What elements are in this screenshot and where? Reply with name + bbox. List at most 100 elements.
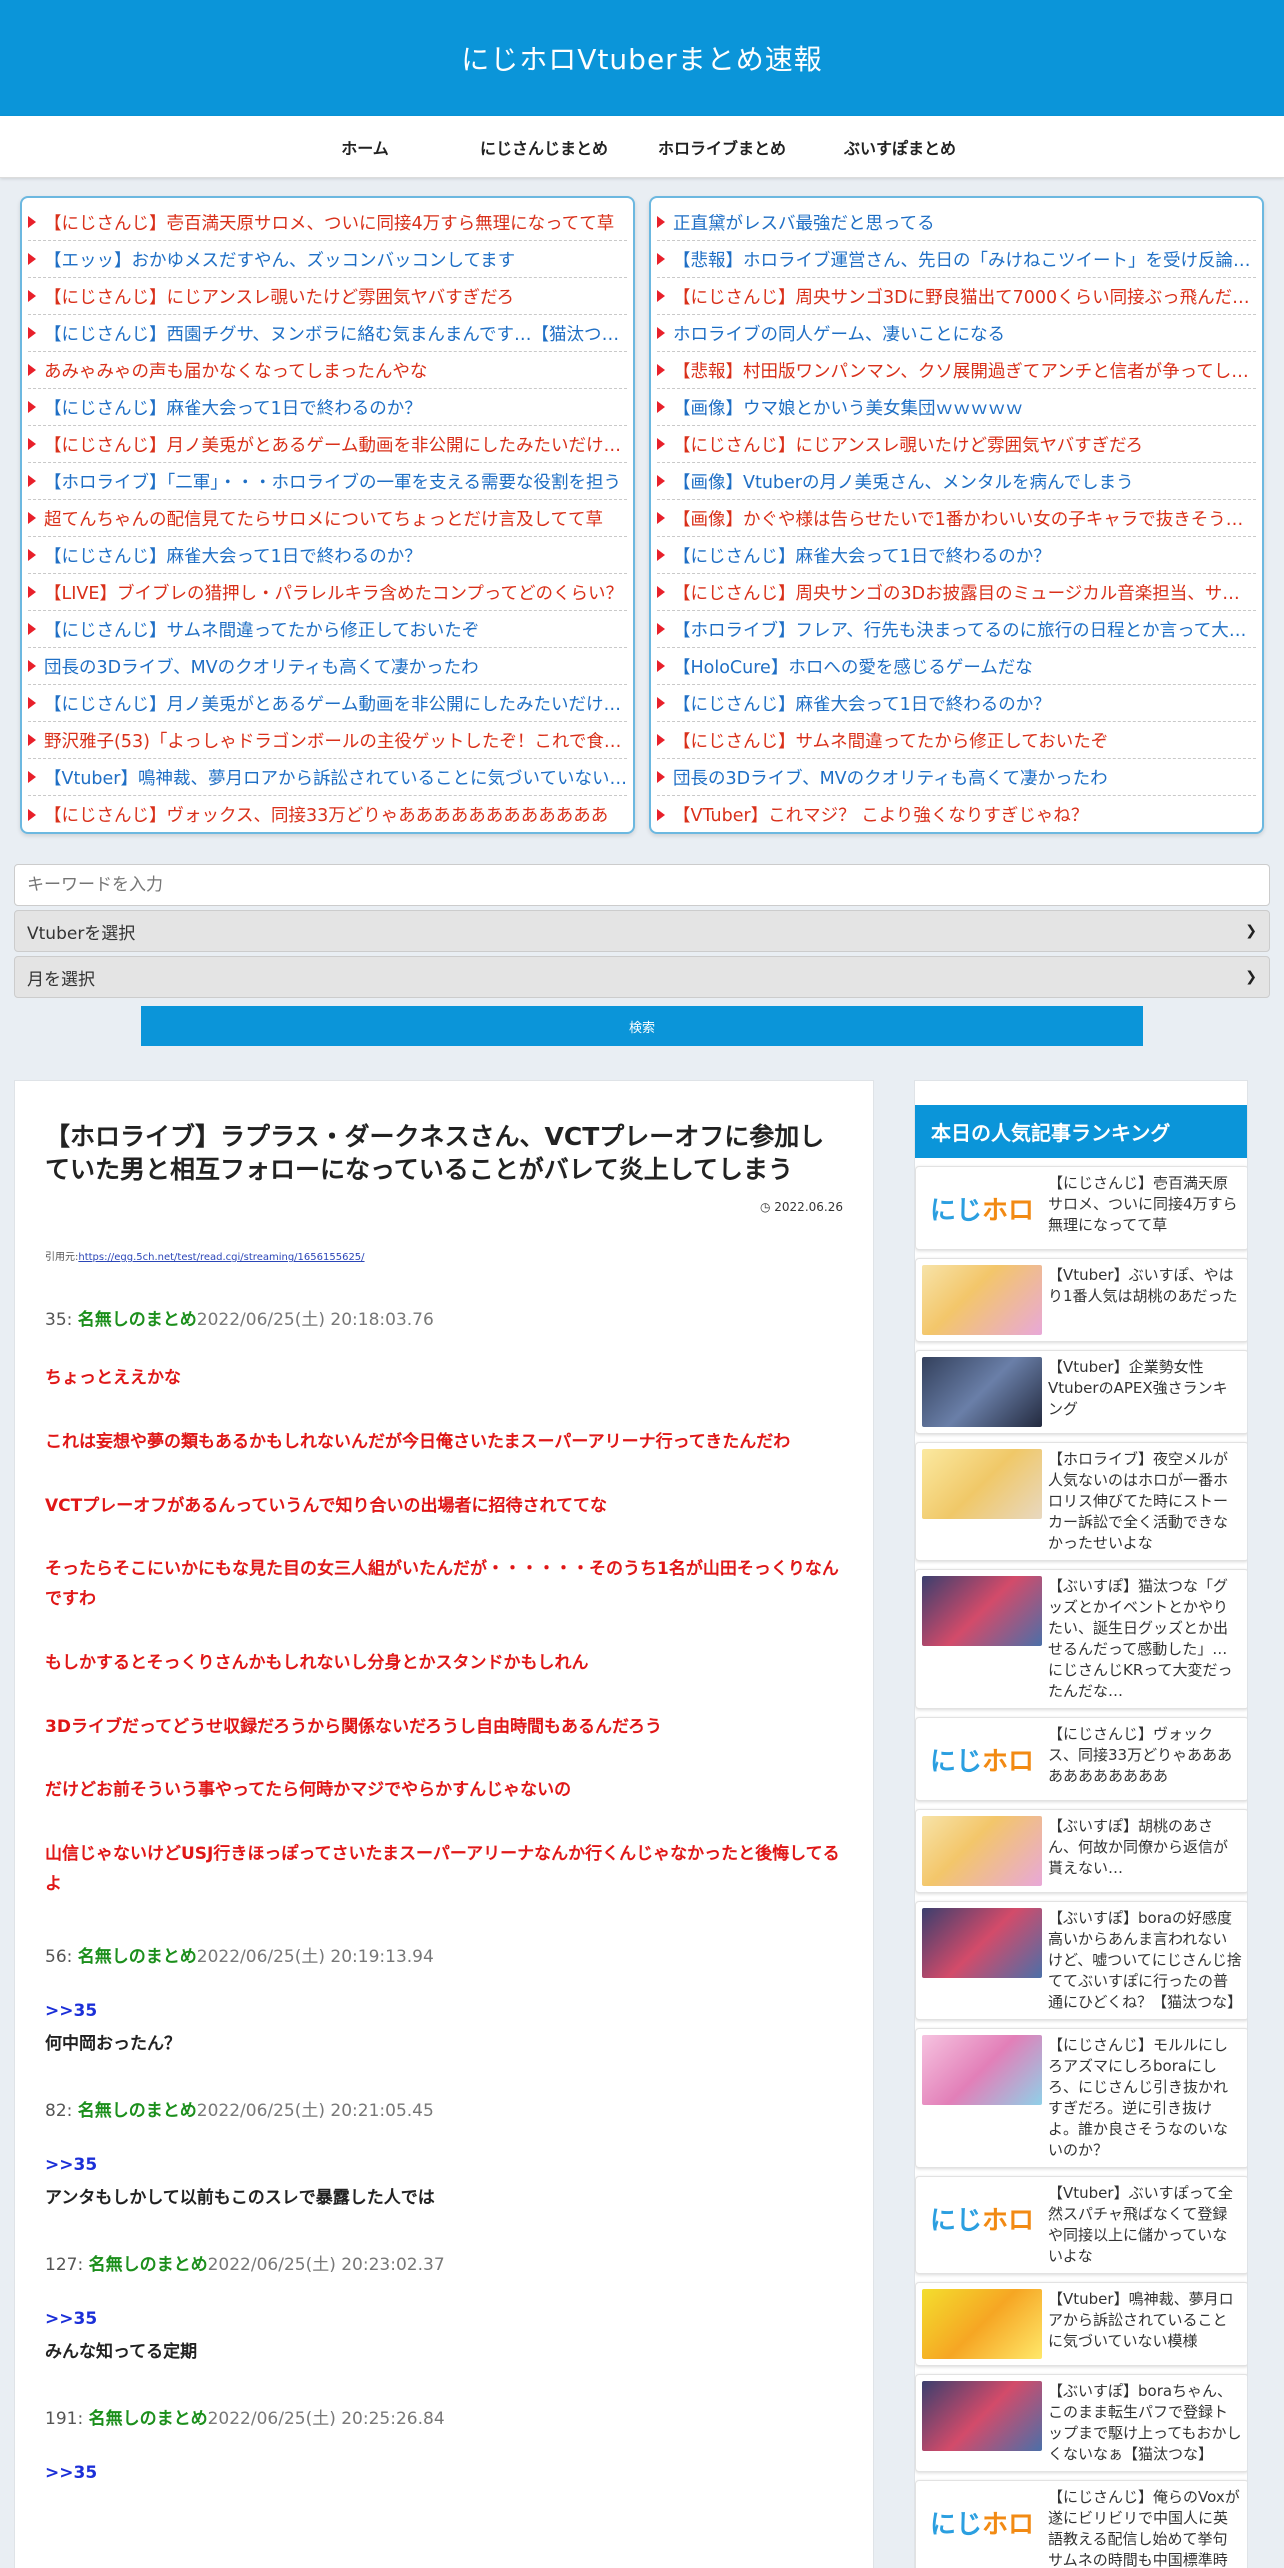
antenna-link[interactable]: 【ホロライブ】フレア、行先も決まってるのに旅行の日程とか言って大丈夫なの？	[673, 617, 1256, 642]
search-button[interactable]: 検索	[141, 1006, 1143, 1046]
antenna-link[interactable]: 団長の3Dライブ、MVのクオリティも高くて凄かったわ	[44, 654, 479, 679]
antenna-link[interactable]: 【ホロライブ】「二軍」・・・ホロライブの一軍を支える需要な役割を担う	[44, 469, 621, 494]
antenna-link[interactable]: 【にじさんじ】麻雀大会って1日で終わるのか？	[44, 543, 422, 568]
antenna-link[interactable]: 【VTuber】これマジ？ こより強くなりすぎじゃね？	[673, 802, 1088, 827]
ranking-title-text[interactable]: 【Vtuber】ぶいすぽって全然スパチャ飛ばなくて登録や同接以上に儲かっていない…	[1042, 2183, 1242, 2267]
antenna-link[interactable]: 【悲報】ホロライブ運営さん、先日の「みけねこツイート」を受け反論してしまう	[673, 247, 1256, 272]
antenna-link[interactable]: 【画像】かぐや様は告らせたいで1番かわいい女の子キャラで抜きそうになる	[673, 506, 1256, 531]
antenna-item[interactable]: 【画像】Vtuberの月ノ美兎さん、メンタルを病んでしまう	[657, 463, 1256, 500]
ranking-thumbnail[interactable]	[922, 1357, 1042, 1427]
antenna-item[interactable]: 【画像】ウマ娘とかいう美女集団ｗｗｗｗｗ	[657, 389, 1256, 426]
reply-anchor-link[interactable]: >>35	[45, 2309, 843, 2329]
antenna-link[interactable]: 正直黛がレスバ最強だと思ってる	[673, 210, 935, 235]
ranking-item[interactable]: にじ ホロ 【にじさんじ】壱百満天原サロメ、ついに同接4万すら無理になってて草	[915, 1166, 1247, 1250]
ranking-title-text[interactable]: 【Vtuber】企業勢女性VtuberのAPEX強さランキング	[1042, 1357, 1242, 1427]
nav-home[interactable]: ホーム	[295, 135, 435, 159]
antenna-item[interactable]: 【画像】かぐや様は告らせたいで1番かわいい女の子キャラで抜きそうになる	[657, 500, 1256, 537]
ranking-title-text[interactable]: 【Vtuber】ぶいすぽ、やはり1番人気は胡桃のあだった	[1042, 1265, 1242, 1335]
antenna-link[interactable]: 【エッッ】おかゆメスだすやん、ズッコンバッコンしてます	[44, 247, 515, 272]
reply-anchor-link[interactable]: >>35	[45, 2155, 843, 2175]
antenna-item[interactable]: 【VTuber】これマジ？ こより強くなりすぎじゃね？	[657, 796, 1256, 832]
antenna-item[interactable]: 【ホロライブ】フレア、行先も決まってるのに旅行の日程とか言って大丈夫なの？	[657, 611, 1256, 648]
nav-nijisanji[interactable]: にじさんじまとめ	[455, 135, 633, 159]
antenna-link[interactable]: 【Vtuber】鳴神裁、夢月ロアから訴訟されていることに気づいていない模様	[44, 765, 627, 790]
antenna-link[interactable]: 【にじさんじ】にじアンスレ覗いたけど雰囲気ヤバすぎだろ	[44, 284, 514, 309]
antenna-link[interactable]: 【にじさんじ】麻雀大会って1日で終わるのか？	[44, 395, 422, 420]
antenna-link[interactable]: 【にじさんじ】サムネ間違ってたから修正しておいたぞ	[673, 728, 1108, 753]
ranking-title-text[interactable]: 【ホロライブ】夜空メルが人気ないのはホロが一番ホロリス伸びてた時にストーカー訴訟…	[1042, 1449, 1242, 1554]
ranking-item[interactable]: 【にじさんじ】モルルにしろアズマにしろboraにしろ、にじさんじ引き抜かれすぎだ…	[915, 2028, 1247, 2168]
antenna-item[interactable]: 【にじさんじ】サムネ間違ってたから修正しておいたぞ	[28, 611, 627, 648]
ranking-title-text[interactable]: 【にじさんじ】壱百満天原サロメ、ついに同接4万すら無理になってて草	[1042, 1173, 1242, 1243]
ranking-item[interactable]: 【ぶいすぽ】boraちゃん、このまま転生パフで登録トップまで駆け上ってもおかしく…	[915, 2374, 1247, 2472]
antenna-item[interactable]: 【Vtuber】鳴神裁、夢月ロアから訴訟されていることに気づいていない模様	[28, 759, 627, 796]
antenna-link[interactable]: 【にじさんじ】周央サンゴの3Dお披露目のミュージカル音楽担当、サンホラの人だった	[673, 580, 1256, 605]
antenna-link[interactable]: 【悲報】村田版ワンパンマン、クソ展開過ぎてアンチと信者が争ってしまう	[673, 358, 1256, 383]
ranking-title-text[interactable]: 【にじさんじ】モルルにしろアズマにしろboraにしろ、にじさんじ引き抜かれすぎだ…	[1042, 2035, 1242, 2161]
ranking-title-text[interactable]: 【ぶいすぽ】boraの好感度高いからあんま言われないけど、嘘ついてにじさんじ捨て…	[1042, 1908, 1242, 2013]
antenna-link[interactable]: 超てんちゃんの配信見てたらサロメについてちょっとだけ言及してて草	[44, 506, 603, 531]
ranking-title-text[interactable]: 【にじさんじ】俺らのVoxが遂にビリビリで中国人に英語教える配信し始めて挙句サム…	[1042, 2487, 1242, 2568]
site-title[interactable]: にじホロVtuberまとめ速報	[461, 38, 822, 78]
ranking-thumbnail[interactable]	[922, 1576, 1042, 1646]
antenna-item[interactable]: 【にじさんじ】周央サンゴの3Dお披露目のミュージカル音楽担当、サンホラの人だった	[657, 574, 1256, 611]
ranking-thumbnail[interactable]	[922, 1816, 1042, 1886]
antenna-link[interactable]: 【にじさんじ】周央サンゴ3Dに野良猫出て7000くらい同接ぶっ飛んだらしい	[673, 284, 1256, 309]
antenna-item[interactable]: 【にじさんじ】麻雀大会って1日で終わるのか？	[657, 537, 1256, 574]
antenna-link[interactable]: 【にじさんじ】サムネ間違ってたから修正しておいたぞ	[44, 617, 479, 642]
ranking-item[interactable]: にじ ホロ 【Vtuber】ぶいすぽって全然スパチャ飛ばなくて登録や同接以上に儲かっ…	[915, 2176, 1247, 2274]
antenna-link[interactable]: 【画像】Vtuberの月ノ美兎さん、メンタルを病んでしまう	[673, 469, 1134, 494]
ranking-item[interactable]: 【ホロライブ】夜空メルが人気ないのはホロが一番ホロリス伸びてた時にストーカー訴訟…	[915, 1442, 1247, 1561]
antenna-link[interactable]: あみゃみゃの声も届かなくなってしまったんやな	[44, 358, 427, 383]
ranking-item[interactable]: 【ぶいすぽ】胡桃のあさん、何故か同僚から返信が貰えない…	[915, 1809, 1247, 1893]
antenna-item[interactable]: 【にじさんじ】にじアンスレ覗いたけど雰囲気ヤバすぎだろ	[28, 278, 627, 315]
antenna-link[interactable]: ホロライブの同人ゲーム、凄いことになる	[673, 321, 1005, 346]
antenna-item[interactable]: 団長の3Dライブ、MVのクオリティも高くて凄かったわ	[657, 759, 1256, 796]
ranking-item[interactable]: 【Vtuber】ぶいすぽ、やはり1番人気は胡桃のあだった	[915, 1258, 1247, 1342]
antenna-item[interactable]: 【にじさんじ】麻雀大会って1日で終わるのか？	[28, 389, 627, 426]
antenna-item[interactable]: 【にじさんじ】周央サンゴ3Dに野良猫出て7000くらい同接ぶっ飛んだらしい	[657, 278, 1256, 315]
antenna-link[interactable]: 【にじさんじ】麻雀大会って1日で終わるのか？	[673, 691, 1051, 716]
antenna-link[interactable]: 【にじさんじ】ヴォックス、同接33万どりゃああああああああああああ	[44, 802, 608, 827]
antenna-item[interactable]: 【悲報】ホロライブ運営さん、先日の「みけねこツイート」を受け反論してしまう	[657, 241, 1256, 278]
antenna-item[interactable]: 正直黛がレスバ最強だと思ってる	[657, 204, 1256, 241]
antenna-item[interactable]: 【にじさんじ】月ノ美兎がとあるゲーム動画を非公開にしたみたいだけど…	[28, 685, 627, 722]
antenna-link[interactable]: 【にじさんじ】壱百満天原サロメ、ついに同接4万すら無理になってて草	[44, 210, 614, 235]
ranking-thumbnail[interactable]	[922, 2381, 1042, 2451]
antenna-item[interactable]: 【エッッ】おかゆメスだすやん、ズッコンバッコンしてます	[28, 241, 627, 278]
antenna-item[interactable]: 【にじさんじ】サムネ間違ってたから修正しておいたぞ	[657, 722, 1256, 759]
antenna-item[interactable]: 【にじさんじ】にじアンスレ覗いたけど雰囲気ヤバすぎだろ	[657, 426, 1256, 463]
antenna-item[interactable]: 団長の3Dライブ、MVのクオリティも高くて凄かったわ	[28, 648, 627, 685]
antenna-item[interactable]: 【にじさんじ】ヴォックス、同接33万どりゃああああああああああああ	[28, 796, 627, 832]
ranking-title-text[interactable]: 【ぶいすぽ】boraちゃん、このまま転生パフで登録トップまで駆け上ってもおかしく…	[1042, 2381, 1242, 2465]
nav-vspo[interactable]: ぶいすぽまとめ	[811, 135, 989, 159]
ranking-thumbnail[interactable]: にじ ホロ	[922, 2183, 1042, 2253]
antenna-item[interactable]: 【HoloCure】ホロへの愛を感じるゲームだな	[657, 648, 1256, 685]
antenna-item[interactable]: 【ホロライブ】「二軍」・・・ホロライブの一軍を支える需要な役割を担う	[28, 463, 627, 500]
ranking-thumbnail[interactable]: にじ ホロ	[922, 2487, 1042, 2557]
keyword-input[interactable]	[14, 864, 1270, 906]
ranking-item[interactable]: にじ ホロ 【にじさんじ】俺らのVoxが遂にビリビリで中国人に英語教える配信し始めて…	[915, 2480, 1247, 2568]
antenna-item[interactable]: 野沢雅子(53)「よっしゃドラゴンボールの主役ゲットしたぞ！これで食っていける」	[28, 722, 627, 759]
ranking-thumbnail[interactable]	[922, 1908, 1042, 1978]
antenna-link[interactable]: 団長の3Dライブ、MVのクオリティも高くて凄かったわ	[673, 765, 1108, 790]
ranking-thumbnail[interactable]	[922, 1265, 1042, 1335]
ranking-thumbnail[interactable]	[922, 2289, 1042, 2359]
antenna-item[interactable]: 超てんちゃんの配信見てたらサロメについてちょっとだけ言及してて草	[28, 500, 627, 537]
antenna-link[interactable]: 【HoloCure】ホロへの愛を感じるゲームだな	[673, 654, 1033, 679]
ranking-item[interactable]: 【Vtuber】企業勢女性VtuberのAPEX強さランキング	[915, 1350, 1247, 1434]
antenna-link[interactable]: 【にじさんじ】月ノ美兎がとあるゲーム動画を非公開にしたみたいだけど…	[44, 432, 627, 457]
ranking-title-text[interactable]: 【Vtuber】鳴神裁、夢月ロアから訴訟されていることに気づいていない模様	[1042, 2289, 1242, 2359]
ranking-item[interactable]: 【ぶいすぽ】猫汰つな「グッズとかイベントとかやりたい、誕生日グッズとか出せるんだ…	[915, 1569, 1247, 1709]
antenna-item[interactable]: 【にじさんじ】壱百満天原サロメ、ついに同接4万すら無理になってて草	[28, 204, 627, 241]
ranking-thumbnail[interactable]: にじ ホロ	[922, 1724, 1042, 1794]
antenna-item[interactable]: ホロライブの同人ゲーム、凄いことになる	[657, 315, 1256, 352]
antenna-link[interactable]: 【にじさんじ】にじアンスレ覗いたけど雰囲気ヤバすぎだろ	[673, 432, 1143, 457]
ranking-item[interactable]: にじ ホロ 【にじさんじ】ヴォックス、同接33万どりゃあああああああああああ	[915, 1717, 1247, 1801]
antenna-item[interactable]: 【にじさんじ】月ノ美兎がとあるゲーム動画を非公開にしたみたいだけど…	[28, 426, 627, 463]
antenna-link[interactable]: 【にじさんじ】麻雀大会って1日で終わるのか？	[673, 543, 1051, 568]
antenna-link[interactable]: 【LIVE】ブイブレの猎押し・パラレルキラ含めたコンプってどのくらい？	[44, 580, 623, 605]
reply-anchor-link[interactable]: >>35	[45, 2463, 843, 2483]
ranking-thumbnail[interactable]	[922, 1449, 1042, 1519]
ranking-item[interactable]: 【Vtuber】鳴神裁、夢月ロアから訴訟されていることに気づいていない模様	[915, 2282, 1247, 2366]
